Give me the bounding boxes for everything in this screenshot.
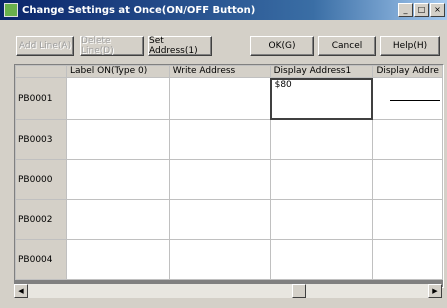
grid-cell[interactable] xyxy=(168,119,271,160)
add-line-button[interactable]: Add Line(A) xyxy=(16,36,74,56)
delete-line-button[interactable]: Delete Line(D) xyxy=(80,36,144,56)
close-button[interactable]: × xyxy=(430,3,445,17)
help-button[interactable]: Help(H) xyxy=(380,36,440,56)
row-header[interactable]: PB0001 xyxy=(15,77,67,120)
row-header[interactable]: PB0002 xyxy=(15,199,67,240)
grid-cell[interactable] xyxy=(372,199,443,240)
window-title: Change Settings at Once(ON/OFF Button) xyxy=(22,4,256,16)
minimize-button[interactable]: _ xyxy=(398,3,413,17)
window-controls: _ □ × xyxy=(398,3,445,17)
maximize-button[interactable]: □ xyxy=(414,3,429,17)
column-header-display-address2[interactable]: Display Addre xyxy=(372,65,443,78)
app-icon xyxy=(4,3,18,17)
row-header[interactable]: PB0004 xyxy=(15,239,67,280)
ok-button[interactable]: OK(G) xyxy=(250,36,314,56)
grid-cell[interactable] xyxy=(372,77,443,120)
title-bar: Change Settings at Once(ON/OFF Button) _… xyxy=(0,0,447,20)
column-header-label-on[interactable]: Label ON(Type 0) xyxy=(65,65,170,78)
scroll-left-icon[interactable]: ◀ xyxy=(14,284,28,298)
grid-cell[interactable] xyxy=(65,159,170,200)
grid-cell[interactable] xyxy=(168,77,271,120)
grid-cell[interactable] xyxy=(269,199,374,240)
table-row: PB0000 xyxy=(15,159,443,200)
grid-cell[interactable] xyxy=(372,159,443,200)
column-header-write-address[interactable]: Write Address xyxy=(168,65,271,78)
row-header[interactable]: PB0003 xyxy=(15,119,67,160)
scrollbar-track[interactable] xyxy=(28,284,428,298)
settings-grid[interactable]: Label ON(Type 0) Write Address Display A… xyxy=(14,64,444,288)
horizontal-scrollbar[interactable]: ◀ ▶ xyxy=(14,284,442,298)
grid-cell[interactable] xyxy=(269,119,374,160)
grid-cell[interactable] xyxy=(372,239,443,280)
grid-cell[interactable] xyxy=(168,159,271,200)
set-address-button[interactable]: Set Address(1) xyxy=(148,36,212,56)
grid-cell[interactable] xyxy=(269,239,374,280)
grid-corner xyxy=(15,65,67,78)
scrollbar-thumb[interactable] xyxy=(292,284,306,298)
grid-cell[interactable] xyxy=(65,77,170,120)
grid-cell[interactable] xyxy=(168,199,271,240)
cancel-button[interactable]: Cancel xyxy=(318,36,376,56)
callout-line xyxy=(390,100,440,101)
grid-cell[interactable] xyxy=(372,119,443,160)
table-row: PB0001 $80 xyxy=(15,77,443,120)
column-header-display-address1[interactable]: Display Address1 xyxy=(269,65,374,78)
grid-cell[interactable] xyxy=(168,239,271,280)
grid-cell[interactable] xyxy=(65,239,170,280)
grid-cell[interactable] xyxy=(269,159,374,200)
table-row: PB0003 xyxy=(15,119,443,160)
grid-cell[interactable] xyxy=(65,119,170,160)
scroll-right-icon[interactable]: ▶ xyxy=(428,284,442,298)
grid-cell-selected[interactable]: $80 xyxy=(269,77,374,120)
grid-cell[interactable] xyxy=(65,199,170,240)
table-row: PB0002 xyxy=(15,199,443,240)
row-header[interactable]: PB0000 xyxy=(15,159,67,200)
table-row: PB0004 xyxy=(15,239,443,280)
